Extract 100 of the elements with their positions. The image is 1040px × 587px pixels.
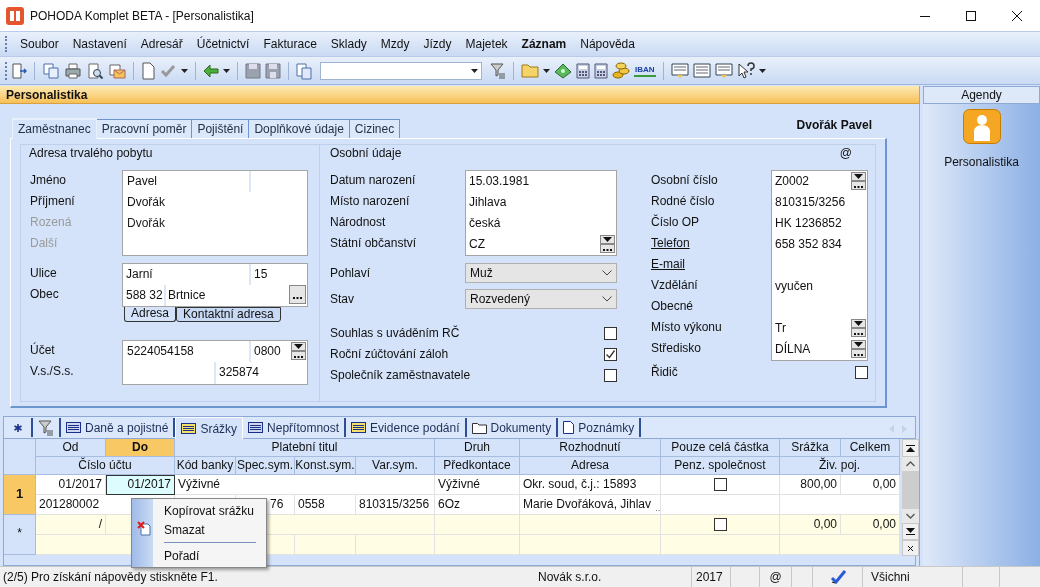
menu-item[interactable]: Nastavení	[65, 35, 134, 53]
calculator-icon[interactable]	[576, 62, 590, 79]
ellipsis-button[interactable]	[851, 349, 866, 358]
input-field[interactable]: 325874	[216, 362, 260, 384]
filter-icon[interactable]	[490, 62, 506, 79]
select-field[interactable]: Rozvedený	[465, 289, 617, 309]
close-icon[interactable]	[1012, 10, 1022, 21]
tab[interactable]: Zaměstnanec	[12, 118, 97, 139]
iban-button[interactable]: IBAN	[634, 64, 656, 77]
column-header[interactable]: Do	[106, 439, 175, 457]
ellipsis-button[interactable]	[289, 285, 306, 304]
address-tab[interactable]: Adresa	[124, 307, 177, 322]
ellipsis-button[interactable]	[600, 244, 615, 253]
link[interactable]: Telefon	[651, 233, 690, 254]
caret-icon[interactable]	[181, 68, 188, 73]
dropdown-button[interactable]	[851, 319, 866, 328]
input-field[interactable]: 810315/3256	[772, 192, 846, 213]
table-cell[interactable]: 01/2017	[106, 475, 175, 495]
input-field[interactable]: Pavel	[123, 171, 251, 192]
print-preview-icon[interactable]	[86, 61, 104, 80]
tab[interactable]: Pracovní poměr	[96, 119, 193, 138]
menu-item[interactable]: Nápověda	[573, 35, 642, 53]
caret-icon[interactable]	[758, 68, 766, 73]
input-field[interactable]: HK 1236852	[772, 213, 842, 234]
tab[interactable]: Dokumenty	[466, 418, 559, 437]
menu-item[interactable]: Sklady	[323, 35, 374, 53]
envelope-icon[interactable]	[108, 61, 126, 80]
input-field[interactable]: 15	[251, 264, 307, 285]
column-header[interactable]: Adresa	[520, 457, 661, 475]
scroll-bottom-button[interactable]	[902, 523, 919, 540]
exit-icon[interactable]	[11, 61, 27, 80]
save-all-icon[interactable]	[265, 62, 281, 79]
input-field[interactable]: Jihlava	[466, 192, 507, 213]
tab[interactable]: Srážky	[175, 417, 244, 439]
caret-icon[interactable]	[223, 68, 230, 73]
input-field[interactable]: Dvořák	[123, 192, 251, 213]
save-icon[interactable]	[245, 62, 261, 79]
ellipsis-button[interactable]	[291, 351, 306, 360]
input-field[interactable]: 658 352 834	[772, 234, 842, 255]
input-field[interactable]: Tr	[772, 318, 786, 339]
clipboard-icon[interactable]	[296, 61, 312, 80]
input-field[interactable]: Brtnice	[166, 285, 289, 306]
menu-item[interactable]: Účetnictví	[189, 35, 257, 53]
link[interactable]: E-mail	[651, 254, 685, 275]
dropdown-button[interactable]	[851, 340, 866, 349]
checkbox[interactable]	[855, 366, 868, 379]
select-field[interactable]: Muž	[465, 263, 617, 283]
chevron-up-icon[interactable]	[906, 461, 915, 467]
menu-item[interactable]: Soubor	[13, 35, 66, 53]
row-header[interactable]: *	[4, 515, 36, 555]
row-header[interactable]: 1	[4, 475, 36, 515]
input-field[interactable]: 15.03.1981	[466, 171, 530, 192]
scrollbar[interactable]	[902, 439, 919, 556]
person-icon[interactable]	[962, 109, 1001, 144]
input-field[interactable]: Jarní	[123, 264, 251, 285]
menu-item[interactable]: Mzdy	[373, 35, 417, 53]
column-header[interactable]: Platební titul	[175, 439, 435, 457]
column-header[interactable]: Rozhodnutí	[520, 439, 661, 457]
scroll-top-button[interactable]	[902, 439, 919, 457]
scroll-thumb[interactable]	[902, 471, 919, 509]
menu-item[interactable]: Jízdy	[416, 35, 459, 53]
column-header[interactable]: Konst.sym.	[295, 457, 356, 475]
column-header[interactable]: Pouze celá částka	[661, 439, 780, 457]
menu-item[interactable]: Smazat	[132, 520, 266, 539]
help-icon[interactable]	[736, 61, 755, 80]
ellipsis-button[interactable]	[851, 328, 866, 337]
agenda-item[interactable]: Personalistika	[944, 153, 1019, 171]
tab[interactable]: Doplňkové údaje	[249, 119, 350, 138]
menu-item[interactable]: Adresář	[133, 35, 190, 53]
input-field[interactable]: česká	[466, 213, 501, 234]
tab[interactable]: Pojištění	[192, 119, 250, 138]
maximize-icon[interactable]	[966, 10, 976, 21]
checkbox[interactable]	[604, 327, 617, 340]
back-arrow-icon[interactable]	[203, 63, 219, 78]
checkbox[interactable]	[713, 518, 727, 531]
column-header[interactable]: Druh	[435, 439, 520, 457]
close-row-button[interactable]	[902, 540, 919, 556]
caret-icon[interactable]	[543, 68, 550, 73]
menu-item[interactable]: Záznam	[514, 35, 574, 53]
chevron-down-icon[interactable]	[906, 513, 915, 519]
input-field[interactable]: Z0002	[772, 171, 810, 192]
input-field[interactable]: 5224054158	[123, 341, 251, 362]
column-header[interactable]: Spec.sym.	[236, 457, 295, 475]
tab[interactable]: Poznámky	[558, 418, 642, 437]
checkbox[interactable]	[713, 478, 727, 491]
copy-icon[interactable]	[42, 61, 60, 80]
banknote-icon[interactable]	[554, 62, 572, 79]
tab[interactable]: Nepřítomnost	[243, 418, 347, 437]
document-icon[interactable]	[141, 61, 155, 80]
column-header[interactable]: Kód banky	[175, 457, 236, 475]
list-icon[interactable]	[670, 62, 689, 79]
list-icon[interactable]	[692, 62, 711, 79]
input-field[interactable]: 0800	[251, 341, 281, 362]
checkbox[interactable]	[604, 369, 617, 382]
dropdown-button[interactable]	[851, 172, 866, 181]
address-tab[interactable]: Kontaktní adresa	[176, 307, 281, 322]
checkbox[interactable]	[604, 348, 617, 361]
column-header[interactable]: Předkontace	[435, 457, 520, 475]
menu-item[interactable]: Fakturace	[256, 35, 324, 53]
coins-icon[interactable]	[612, 61, 630, 80]
